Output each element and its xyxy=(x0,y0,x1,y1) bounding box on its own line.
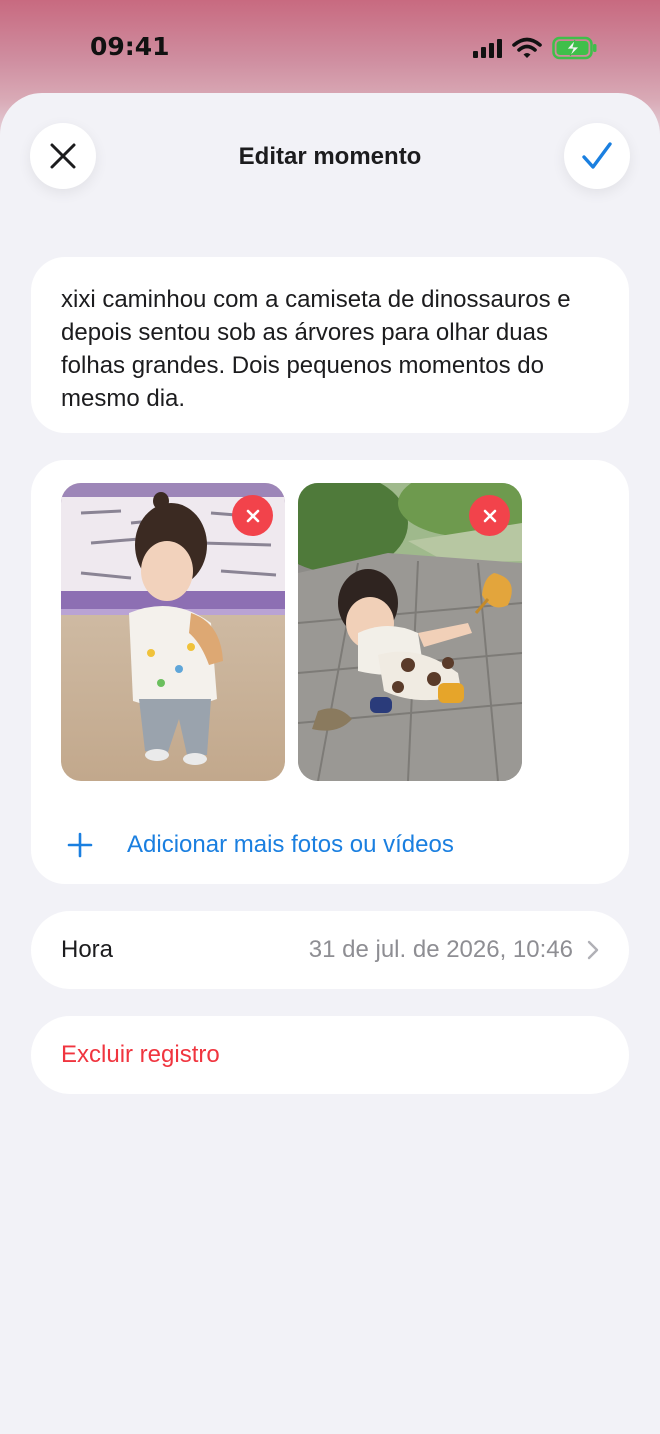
add-media-button[interactable]: Adicionar mais fotos ou vídeos xyxy=(67,820,454,870)
wifi-icon xyxy=(512,37,542,58)
status-bar: 09:41 xyxy=(0,0,660,96)
checkmark-icon xyxy=(582,142,612,169)
status-icons xyxy=(473,36,598,60)
remove-icon xyxy=(483,509,496,522)
add-media-label: Adicionar mais fotos ou vídeos xyxy=(127,831,454,858)
plus-icon xyxy=(67,832,93,858)
status-time: 09:41 xyxy=(90,32,170,61)
photo-thumbnail[interactable] xyxy=(61,483,285,781)
remove-icon xyxy=(246,509,259,522)
edit-moment-sheet: Editar momento xixi caminhou com a camis… xyxy=(0,93,660,1434)
page-title: Editar momento xyxy=(238,143,422,170)
media-card: Adicionar mais fotos ou vídeos xyxy=(31,460,629,884)
remove-photo-button[interactable] xyxy=(232,495,273,536)
remove-photo-button[interactable] xyxy=(469,495,510,536)
time-value-group: 31 de jul. de 2026, 10:46 xyxy=(309,936,599,964)
cellular-signal-icon xyxy=(473,38,502,58)
battery-charging-icon xyxy=(552,36,597,60)
note-text[interactable]: xixi caminhou com a camiseta de dinossau… xyxy=(61,283,599,415)
chevron-right-icon xyxy=(587,940,599,960)
time-value: 31 de jul. de 2026, 10:46 xyxy=(308,936,573,963)
photo-thumbnail[interactable] xyxy=(298,483,522,781)
time-label: Hora xyxy=(61,936,114,963)
note-card[interactable]: xixi caminhou com a camiseta de dinossau… xyxy=(31,257,629,433)
confirm-button[interactable] xyxy=(564,123,630,189)
delete-record-button[interactable]: Excluir registro xyxy=(31,1016,629,1094)
time-row[interactable]: Hora 31 de jul. de 2026, 10:46 xyxy=(31,911,629,989)
delete-record-label: Excluir registro xyxy=(61,1041,220,1068)
